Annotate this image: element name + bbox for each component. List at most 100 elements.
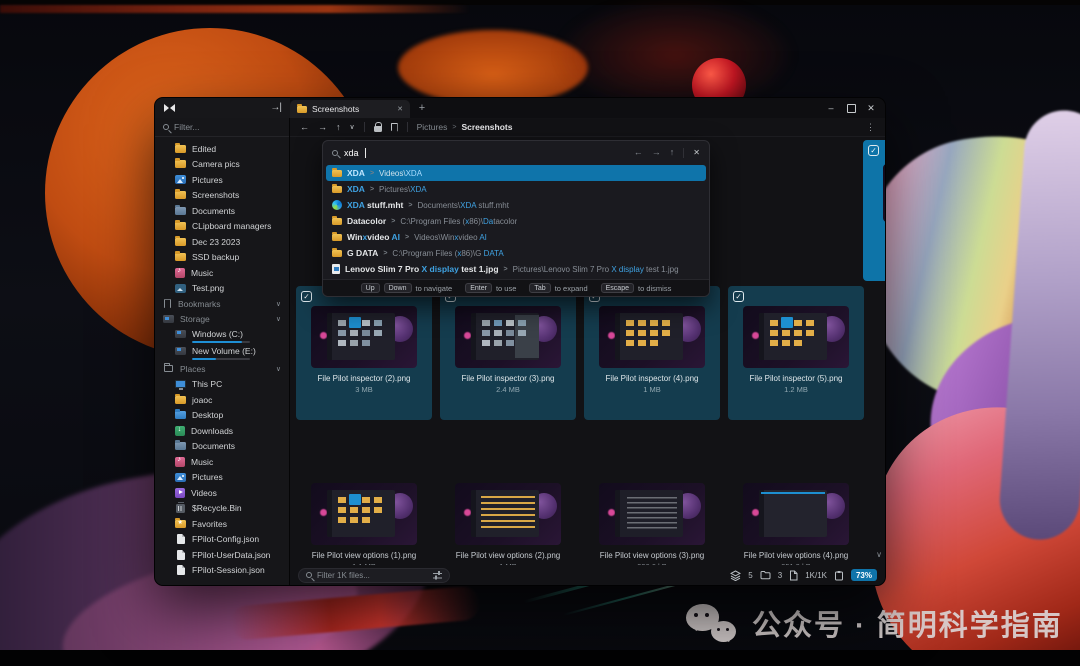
key-escape: Escape <box>601 283 634 293</box>
status-bar: Filter 1K files... 5 3 <box>290 565 885 585</box>
chevron-right-icon <box>452 124 456 131</box>
close-button[interactable] <box>861 98 881 118</box>
search-input[interactable]: xda <box>323 141 709 164</box>
search-result[interactable]: Datacolor C:\Program Files (x86)\Datacol… <box>326 213 706 229</box>
search-icon <box>306 572 312 578</box>
breadcrumb-current[interactable]: Screenshots <box>461 122 512 132</box>
sidebar-item-music[interactable]: Music <box>155 265 289 281</box>
sidebar-item-fpilot-config[interactable]: FPilot-Config.json <box>155 532 289 548</box>
sidebar-item-pictures[interactable]: Pictures <box>155 172 289 188</box>
checkbox-checked-icon[interactable] <box>733 291 744 302</box>
new-tab-button[interactable] <box>410 98 434 118</box>
sidebar-item-screenshots[interactable]: Screenshots <box>155 188 289 204</box>
sidebar-filter-input[interactable]: Filter... <box>155 118 289 137</box>
section-places[interactable]: Places <box>155 361 289 377</box>
sidebar-item-camera-pics[interactable]: Camera pics <box>155 157 289 173</box>
file-name: File Pilot inspector (3).png <box>462 374 555 383</box>
folder-icon <box>175 238 186 246</box>
file-tile[interactable]: File Pilot inspector (4).png 1 MB <box>584 286 720 420</box>
up-icon[interactable] <box>670 148 675 157</box>
section-bookmarks[interactable]: Bookmarks <box>155 296 289 312</box>
file-tile[interactable]: File Pilot inspector (5).png 1.2 MB <box>728 286 864 420</box>
tab-close-icon[interactable] <box>397 105 403 113</box>
scroll-down-icon[interactable] <box>876 550 882 559</box>
file-name: File Pilot inspector (5).png <box>750 374 843 383</box>
file-tile[interactable]: File Pilot inspector (1).png 956.2 kB <box>863 140 885 281</box>
search-result[interactable]: XDA stuff.mht Documents\XDA stuff.mht <box>326 197 706 213</box>
wallpaper-shape <box>0 650 1080 666</box>
folder-icon <box>175 253 186 261</box>
sidebar-item-ssd-backup[interactable]: SSD backup <box>155 250 289 266</box>
file-tile[interactable]: File Pilot inspector (2).png 3 MB <box>296 286 432 420</box>
file-tile[interactable]: File Pilot inspector (3).png 2.4 MB <box>440 286 576 420</box>
sidebar-item-joaoc[interactable]: joaoc <box>155 392 289 408</box>
drive-new-volume-e[interactable]: New Volume (E:) <box>155 344 289 361</box>
sidebar-item-desktop[interactable]: Desktop <box>155 408 289 424</box>
close-icon[interactable] <box>693 148 700 157</box>
file-thumbnail <box>311 306 417 368</box>
sidebar-item-this-pc[interactable]: This PC <box>155 377 289 393</box>
sidebar-item-test-png[interactable]: Test.png <box>155 281 289 297</box>
main-pane: Pictures Screenshots File Pilot inspecto… <box>290 118 885 585</box>
sidebar-item-dec-23-2023[interactable]: Dec 23 2023 <box>155 234 289 250</box>
checkbox-checked-icon[interactable] <box>868 145 879 156</box>
lock-icon[interactable] <box>374 126 382 132</box>
breadcrumb-parent[interactable]: Pictures <box>417 122 448 132</box>
breadcrumb: Pictures Screenshots <box>417 122 513 132</box>
image-icon <box>175 284 186 293</box>
folder-count-icon <box>760 570 771 580</box>
file-pilot-window: Screenshots Filter... Edi <box>155 98 885 585</box>
up-icon[interactable] <box>336 123 341 132</box>
search-result[interactable]: G DATA C:\Program Files (x86)\G DATA <box>326 245 706 261</box>
desktop: 公众号 · 简明科学指南 Screenshots <box>0 0 1080 666</box>
sidebar-item-fpilot-session[interactable]: FPilot-Session.json <box>155 563 289 579</box>
sidebar-item-clipboard-managers[interactable]: CLipboard managers <box>155 219 289 235</box>
file-count: 1K/1K <box>805 571 827 580</box>
folder-icon <box>175 145 186 153</box>
forward-icon[interactable] <box>652 148 661 157</box>
search-result[interactable]: XDA Videos\XDA <box>326 165 706 181</box>
chevron-down-icon[interactable] <box>350 124 355 131</box>
sidebar-item-favorites[interactable]: Favorites <box>155 516 289 532</box>
file-thumbnail <box>455 306 561 368</box>
sidebar-item-pictures-2[interactable]: Pictures <box>155 470 289 486</box>
filter-files-input[interactable]: Filter 1K files... <box>298 568 450 583</box>
chevron-right-icon <box>405 234 409 241</box>
search-result[interactable]: XDA Pictures\XDA <box>326 181 706 197</box>
collapse-sidebar-icon[interactable] <box>270 103 281 113</box>
sidebar-item-documents[interactable]: Documents <box>155 203 289 219</box>
file-tile[interactable]: File Pilot view options (4).png 951.9 kB <box>728 463 864 565</box>
section-storage[interactable]: Storage <box>155 312 289 328</box>
minimize-button[interactable] <box>821 98 841 118</box>
file-tile[interactable]: File Pilot view options (3).png 996.6 kB <box>584 463 720 565</box>
sidebar-item-fpilot-userdata[interactable]: FPilot-UserData.json <box>155 547 289 563</box>
file-pilot-logo-icon <box>164 104 175 113</box>
search-result[interactable]: Winxvideo AI Videos\Winxvideo AI <box>326 229 706 245</box>
sidebar-item-videos[interactable]: Videos <box>155 485 289 501</box>
maximize-button[interactable] <box>841 98 861 118</box>
checkbox-checked-icon[interactable] <box>301 291 312 302</box>
back-icon[interactable] <box>634 148 643 157</box>
file-tile[interactable]: File Pilot view options (2).png 1 MB <box>440 463 576 565</box>
sidebar: Filter... Edited Camera pics Pictures <box>155 118 290 585</box>
more-options-icon[interactable] <box>866 122 875 133</box>
layers-count: 5 <box>748 571 752 580</box>
sidebar-item-downloads[interactable]: Downloads <box>155 423 289 439</box>
sidebar-item-edited[interactable]: Edited <box>155 141 289 157</box>
window-body: Filter... Edited Camera pics Pictures <box>155 118 885 585</box>
bookmark-icon[interactable] <box>391 123 398 132</box>
file-tile[interactable]: File Pilot view options (1).png 1.1 MB <box>296 463 432 565</box>
back-icon[interactable] <box>300 123 309 132</box>
drive-windows-c[interactable]: Windows (C:) <box>155 327 289 344</box>
sidebar-item-recycle-bin[interactable]: $Recycle.Bin <box>155 501 289 517</box>
folder-icon <box>332 250 342 257</box>
forward-icon[interactable] <box>318 123 327 132</box>
sidebar-item-documents-2[interactable]: Documents <box>155 439 289 455</box>
key-tab: Tab <box>529 283 550 293</box>
search-result[interactable]: Lenovo Slim 7 Pro X display test 1.jpg P… <box>326 261 706 277</box>
file-size: 1.2 MB <box>784 385 808 394</box>
sidebar-item-music-2[interactable]: Music <box>155 454 289 470</box>
file-icon <box>177 550 185 560</box>
tab-screenshots[interactable]: Screenshots <box>290 100 410 118</box>
filter-options-icon[interactable] <box>433 571 442 579</box>
